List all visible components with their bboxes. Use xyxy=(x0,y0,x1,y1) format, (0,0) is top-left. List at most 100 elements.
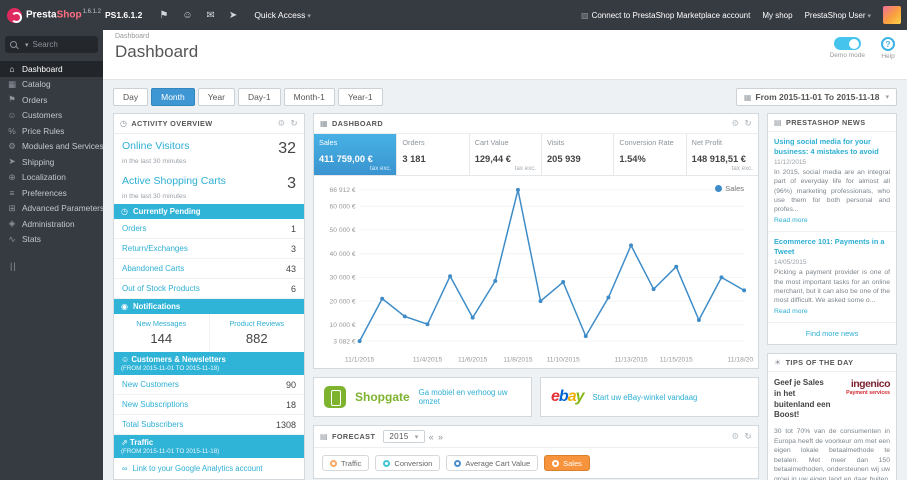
sidebar-item-orders[interactable]: ⚑ Orders xyxy=(0,92,103,108)
sidebar-item-stats[interactable]: ∿ Stats xyxy=(0,232,103,248)
tips-headline: Geef je Sales in het buitenland een Boos… xyxy=(774,378,831,420)
orders-link[interactable]: Orders xyxy=(122,224,146,233)
sidebar-item-label: Localization xyxy=(22,172,66,183)
new-messages-cell[interactable]: New Messages 144 xyxy=(114,314,210,352)
tips-icon: ☀ xyxy=(774,358,782,368)
kpi-conversion-rate[interactable]: Conversion Rate 1.54% xyxy=(614,134,687,175)
ebay-promo-link[interactable]: Start uw eBay-winkel vandaag xyxy=(593,393,698,402)
user-menu[interactable]: PrestaShop User ▾ xyxy=(805,11,871,20)
quick-access-menu[interactable]: Quick Access ▾ xyxy=(254,10,311,20)
caret-down-icon: ▾ xyxy=(867,12,871,20)
ebay-letter: y xyxy=(575,388,585,406)
kpi-cart-value[interactable]: Cart Value 129,44 € tax exc. xyxy=(470,134,543,175)
new-customers-link[interactable]: New Customers xyxy=(122,380,179,389)
user-avatar[interactable] xyxy=(883,6,901,24)
range-button-year-1[interactable]: Year-1 xyxy=(337,88,383,106)
active-carts-sub: in the last 30 minutes xyxy=(122,193,187,200)
gear-icon[interactable]: ⚙ xyxy=(731,431,739,442)
news-item-title[interactable]: Using social media for your business: 4 … xyxy=(774,137,890,156)
ebay-letter: e xyxy=(551,388,560,406)
forecast-prev-button[interactable]: « xyxy=(429,432,434,442)
refresh-icon[interactable]: ↻ xyxy=(744,431,752,442)
active-carts-link[interactable]: Active Shopping Carts xyxy=(122,175,226,187)
refresh-icon[interactable]: ↻ xyxy=(290,118,298,129)
forecast-legend-average-cart-value[interactable]: Average Cart Value xyxy=(446,455,539,472)
svg-text:10 000 €: 10 000 € xyxy=(330,322,356,329)
topbar: PrestaShop1.6.1.2 PS1.6.1.2 ⚑ ☺ ✉ ➤ Quic… xyxy=(0,0,907,30)
date-range-picker[interactable]: ▦ From 2015-11-01 To 2015-11-18 ▾ xyxy=(735,88,897,106)
sidebar-item-shipping[interactable]: ➤ Shipping xyxy=(0,154,103,170)
kpi-net-profit[interactable]: Net Profit 148 918,51 € tax exc. xyxy=(687,134,758,175)
range-button-month-1[interactable]: Month-1 xyxy=(283,88,335,106)
range-button-month[interactable]: Month xyxy=(151,88,195,106)
range-button-year[interactable]: Year xyxy=(197,88,235,106)
sidebar-item-preferences[interactable]: ≡ Preferences xyxy=(0,185,103,201)
quick-access-label: Quick Access xyxy=(254,10,306,20)
sidebar-item-modules[interactable]: ⚙ Modules and Services xyxy=(0,139,103,155)
kpi-sales[interactable]: Sales 411 759,00 € tax exc. xyxy=(314,134,398,175)
forecast-legend-sales[interactable]: Sales xyxy=(544,455,590,472)
dashboard-panel-icon: ▦ xyxy=(320,119,328,128)
read-more-link[interactable]: Read more xyxy=(774,308,808,315)
bell-icon: ◉ xyxy=(121,302,128,311)
abandoned-carts-link[interactable]: Abandoned Carts xyxy=(122,264,184,273)
range-button-day[interactable]: Day xyxy=(113,88,149,106)
prestashop-logo[interactable]: PrestaShop1.6.1.2 xyxy=(0,7,103,23)
sidebar-collapse-button[interactable]: || xyxy=(10,261,103,271)
demo-mode-toggle[interactable]: Demo mode xyxy=(830,37,865,59)
forecast-year-select[interactable]: 2015 ▾ xyxy=(383,430,425,444)
google-analytics-link[interactable]: ∞ Link to your Google Analytics account xyxy=(114,458,304,479)
read-more-link[interactable]: Read more xyxy=(774,217,808,224)
tips-of-the-day-panel: ☀ TIPS OF THE DAY Geef je Sales in het b… xyxy=(767,353,897,480)
find-more-news-link[interactable]: Find more news xyxy=(768,323,896,344)
gear-icon[interactable]: ⚙ xyxy=(277,118,285,129)
total-subscribers-value: 1308 xyxy=(275,419,296,430)
returns-link[interactable]: Return/Exchanges xyxy=(122,244,188,253)
online-visitors-value: 32 xyxy=(278,140,296,157)
help-button[interactable]: ? Help xyxy=(881,37,895,60)
sidebar-item-advanced-parameters[interactable]: ⊞ Advanced Parameters xyxy=(0,201,103,217)
toggle-switch[interactable] xyxy=(833,37,861,50)
range-button-day-1[interactable]: Day-1 xyxy=(237,88,281,106)
forecast-next-button[interactable]: » xyxy=(438,432,443,442)
kpi-visits[interactable]: Visits 205 939 xyxy=(542,134,615,175)
sidebar-item-dashboard[interactable]: ⌂ Dashboard xyxy=(0,61,103,77)
svg-text:3 082 €: 3 082 € xyxy=(333,338,356,345)
modules-icon[interactable]: ➤ xyxy=(229,10,237,21)
sidebar-item-localization[interactable]: ⊕ Localization xyxy=(0,170,103,186)
shop-name-link[interactable]: PS1.6.1.2 xyxy=(105,10,142,20)
cart-icon[interactable]: ⚑ xyxy=(159,10,168,21)
sidebar-item-administration[interactable]: ◈ Administration xyxy=(0,216,103,232)
legend-label: Conversion xyxy=(394,458,433,468)
sidebar-item-price-rules[interactable]: % Price Rules xyxy=(0,123,103,139)
total-subscribers-link[interactable]: Total Subscribers xyxy=(122,420,183,429)
stats-icon: ∿ xyxy=(8,233,16,244)
forecast-legend-conversion[interactable]: Conversion xyxy=(375,455,441,472)
kpi-label: Orders xyxy=(402,138,425,147)
refresh-icon[interactable]: ↻ xyxy=(744,118,752,129)
sidebar-item-label: Shipping xyxy=(22,156,55,167)
new-subscriptions-link[interactable]: New Subscriptions xyxy=(122,400,188,409)
kpi-orders[interactable]: Orders 3 181 xyxy=(397,134,470,175)
legend-label: Sales xyxy=(725,184,744,193)
search-input[interactable] xyxy=(32,40,91,49)
gear-icon[interactable]: ⚙ xyxy=(731,118,739,129)
news-item-title[interactable]: Ecommerce 101: Payments in a Tweet xyxy=(774,237,890,256)
sidebar-item-customers[interactable]: ☺ Customers xyxy=(0,108,103,124)
messages-icon[interactable]: ✉ xyxy=(207,10,215,21)
out-of-stock-link[interactable]: Out of Stock Products xyxy=(122,284,200,293)
my-shop-link[interactable]: My shop xyxy=(762,11,792,20)
currently-pending-header: ◷ Currently Pending xyxy=(114,204,304,219)
customers-icon[interactable]: ☺ xyxy=(182,10,192,21)
sidebar-search[interactable]: ▾ xyxy=(5,36,98,53)
kpi-value: 1.54% xyxy=(619,154,646,164)
product-reviews-cell[interactable]: Product Reviews 882 xyxy=(210,314,305,352)
forecast-legend-traffic[interactable]: Traffic xyxy=(322,455,370,472)
online-visitors-link[interactable]: Online Visitors xyxy=(122,140,190,152)
marketplace-link[interactable]: ▨ Connect to PrestaShop Marketplace accou… xyxy=(581,11,750,20)
tips-panel-title: TIPS OF THE DAY xyxy=(785,358,854,368)
sidebar-item-catalog[interactable]: ▦ Catalog xyxy=(0,77,103,93)
product-reviews-value: 882 xyxy=(245,331,268,346)
shopgate-promo-link[interactable]: Ga mobiel en verhoog uw omzet xyxy=(419,388,521,407)
legend-dot xyxy=(715,185,723,192)
